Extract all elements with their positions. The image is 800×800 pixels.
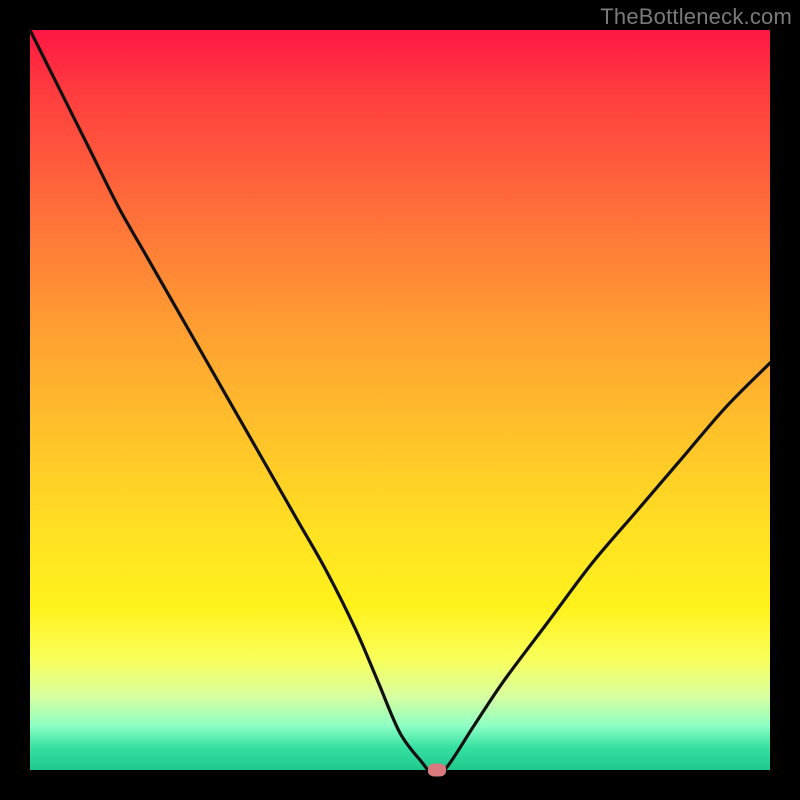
bottleneck-curve bbox=[30, 30, 770, 774]
chart-frame: TheBottleneck.com bbox=[0, 0, 800, 800]
plot-area bbox=[30, 30, 770, 770]
curve-svg bbox=[30, 30, 770, 770]
watermark-text: TheBottleneck.com bbox=[600, 4, 792, 30]
min-marker bbox=[428, 764, 446, 777]
